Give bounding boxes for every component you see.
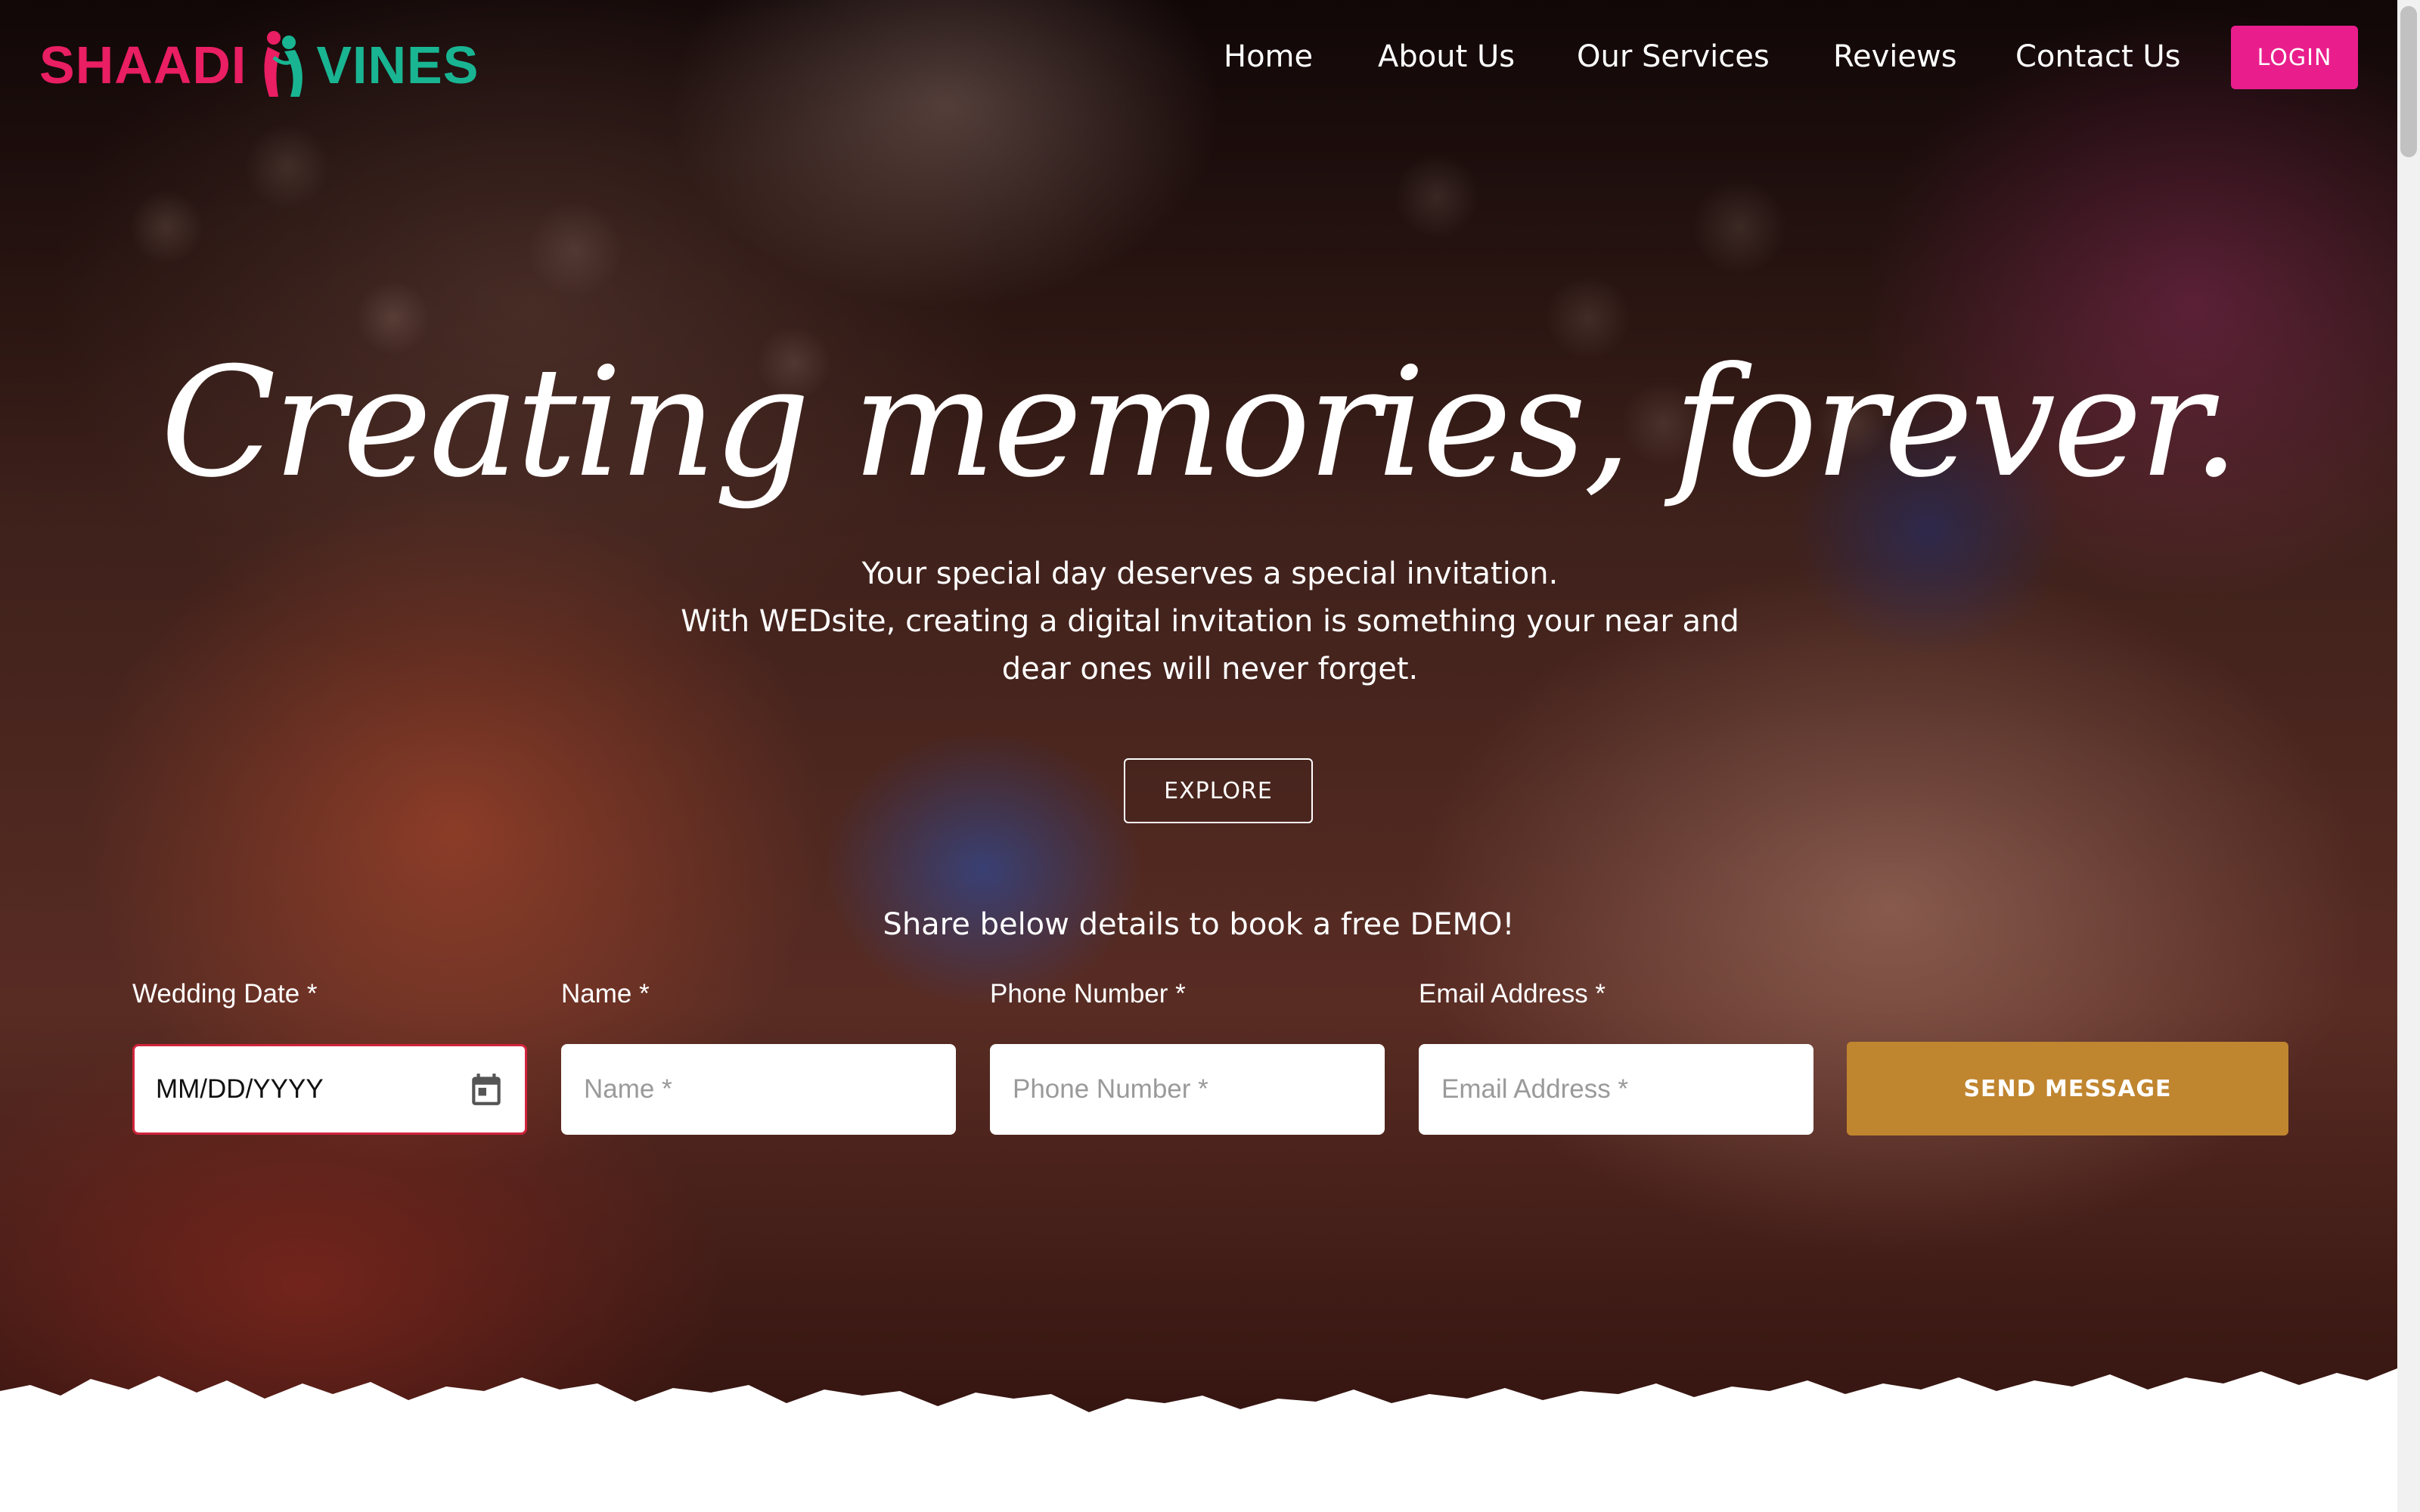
hero-background bbox=[0, 0, 2397, 1436]
email-field[interactable] bbox=[1419, 1044, 1813, 1135]
wedding-date-value: MM/DD/YYYY bbox=[156, 1074, 324, 1104]
login-button[interactable]: LOGIN bbox=[2231, 26, 2358, 89]
hero-subtext-line-1: Your special day deserves a special invi… bbox=[861, 556, 1559, 591]
phone-input[interactable] bbox=[990, 1044, 1385, 1135]
wedding-date-label: Wedding Date * bbox=[132, 979, 318, 1009]
logo-text-shaadi: SHAADI bbox=[39, 36, 247, 94]
nav-our-services[interactable]: Our Services bbox=[1577, 39, 1770, 74]
nav-contact-us[interactable]: Contact Us bbox=[2015, 39, 2180, 74]
scrollbar-track[interactable] bbox=[2397, 0, 2420, 1512]
email-label: Email Address * bbox=[1419, 979, 1606, 1009]
send-message-button[interactable]: SEND MESSAGE bbox=[1847, 1042, 2288, 1136]
phone-field[interactable] bbox=[990, 1044, 1385, 1135]
wedding-date-field[interactable]: MM/DD/YYYY bbox=[132, 1044, 527, 1135]
phone-label: Phone Number * bbox=[990, 979, 1186, 1009]
hero-subtext: Your special day deserves a special invi… bbox=[681, 550, 1739, 693]
name-input[interactable] bbox=[561, 1044, 956, 1135]
hero-subtext-line-3: dear ones will never forget. bbox=[1001, 652, 1419, 686]
explore-button[interactable]: EXPLORE bbox=[1124, 758, 1313, 823]
couple-icon bbox=[264, 31, 303, 97]
calendar-icon[interactable] bbox=[467, 1070, 505, 1108]
hero-subtext-line-2: With WEDsite, creating a digital invitat… bbox=[681, 604, 1739, 639]
torn-paper-edge bbox=[0, 1368, 2397, 1512]
demo-form-intro: Share below details to book a free DEMO! bbox=[883, 907, 1515, 942]
shade-overlay bbox=[0, 0, 2397, 1436]
nav-about-us[interactable]: About Us bbox=[1378, 39, 1515, 74]
hero-headline: Creating memories, forever. bbox=[160, 335, 2240, 511]
nav-home[interactable]: Home bbox=[1224, 39, 1313, 74]
name-field[interactable] bbox=[561, 1044, 956, 1135]
name-label: Name * bbox=[561, 979, 650, 1009]
scrollbar-thumb[interactable] bbox=[2400, 6, 2417, 157]
email-input[interactable] bbox=[1419, 1044, 1813, 1135]
nav-reviews[interactable]: Reviews bbox=[1833, 39, 1957, 74]
logo-text-vines: VINES bbox=[316, 36, 479, 94]
logo[interactable]: SHAADI VINES bbox=[39, 20, 479, 110]
